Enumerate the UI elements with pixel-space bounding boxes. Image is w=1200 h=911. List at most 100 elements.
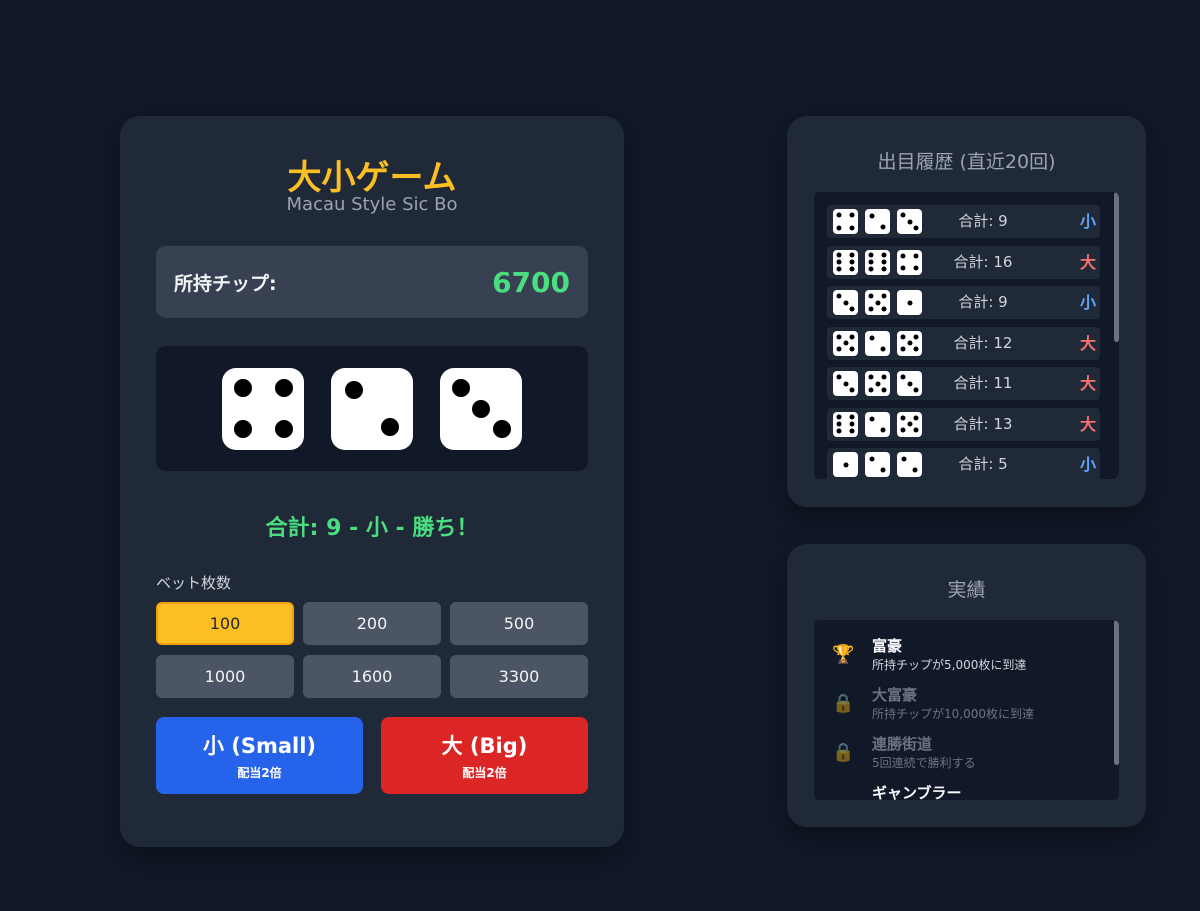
die-pip: [849, 414, 855, 420]
mini-die: [833, 249, 858, 275]
die-pip: [843, 462, 848, 467]
die-pip: [868, 387, 874, 393]
chip-balance-value: 6700: [492, 265, 570, 299]
chip-balance-label: 所持チップ:: [174, 272, 277, 295]
die-pip: [869, 456, 875, 462]
history-result: 大: [1079, 333, 1096, 353]
die-pip: [900, 212, 906, 218]
bet-small-button[interactable]: 小 (Small) 配当2倍: [156, 717, 363, 794]
achievements-title: 実績: [947, 579, 986, 601]
die-pip: [381, 417, 400, 436]
die-pip: [836, 334, 842, 340]
dice-display: [156, 346, 588, 471]
bet-option-button[interactable]: 100: [156, 602, 294, 645]
die-pip: [233, 420, 252, 438]
history-row: 合計: 16 大: [827, 245, 1100, 279]
bet-option-button[interactable]: 3300: [450, 655, 588, 698]
die-pip: [880, 346, 886, 351]
die-pip: [881, 252, 887, 258]
mini-die: [897, 330, 922, 356]
bet-option-button[interactable]: 1600: [303, 655, 441, 698]
die-pip: [849, 428, 855, 434]
die-pip: [901, 456, 907, 462]
history-list[interactable]: 合計: 9 小合計: 16 大合計: 9 小合計: 12 大合計: 11 大合計: 13 大…: [814, 192, 1119, 479]
lock-icon: 🔒: [832, 742, 855, 763]
history-dice: [833, 249, 922, 275]
achievement-desc: 5回連続で勝利する: [872, 756, 976, 770]
die-pip: [836, 346, 842, 352]
die-pip: [849, 387, 855, 393]
game-subtitle: Macau Style Sic Bo: [286, 194, 458, 215]
die-pip: [868, 306, 874, 312]
die-pip: [869, 416, 875, 421]
die-pip: [881, 293, 887, 299]
die-pip: [900, 334, 906, 340]
die-pip: [836, 414, 842, 420]
die-pip: [913, 346, 919, 352]
achievements-scrollbar[interactable]: [1114, 620, 1119, 765]
die-pip: [836, 293, 842, 299]
history-row: 合計: 13 大: [827, 407, 1100, 441]
history-result: 大: [1079, 414, 1096, 434]
history-scrollbar[interactable]: [1114, 192, 1119, 342]
die-pip: [849, 225, 855, 231]
die-pip: [913, 253, 919, 259]
game-panel: 大小ゲーム Macau Style Sic Bo 所持チップ: 6700 合計:…: [120, 116, 624, 847]
chip-balance: 所持チップ: 6700: [156, 246, 588, 318]
history-sum: 合計: 9: [958, 293, 1008, 311]
die-pip: [869, 335, 875, 340]
history-dice: [833, 371, 922, 396]
achievement-item: ギャンブラー: [832, 782, 1102, 800]
die-pip: [913, 265, 919, 271]
die-pip: [849, 421, 855, 427]
mini-die: [865, 249, 890, 275]
bet-option-button[interactable]: 1000: [156, 655, 294, 698]
die-pip: [913, 427, 919, 433]
bet-option-button[interactable]: 500: [450, 602, 588, 645]
mini-die: [865, 290, 890, 315]
achievement-item: 🔒 連勝街道 5回連続で勝利する: [832, 733, 1102, 777]
mini-die: [833, 330, 858, 356]
die-pip: [849, 266, 855, 272]
mini-die: [833, 371, 858, 396]
die-pip: [849, 252, 855, 258]
mini-die: [865, 371, 890, 396]
achievements-list[interactable]: 🏆 富豪 所持チップが5,000枚に到達 🔒 大富豪 所持チップが10,000枚に到達 🔒 連…: [814, 620, 1119, 800]
mini-die: [865, 330, 890, 356]
die-pip: [849, 306, 855, 312]
mini-die: [865, 209, 890, 234]
history-result: 大: [1079, 374, 1096, 393]
die-pip: [233, 379, 252, 397]
die-pip: [836, 374, 842, 380]
die-pip: [869, 213, 875, 219]
die-pip: [492, 420, 511, 438]
bet-small-payout: 配当2倍: [237, 766, 282, 780]
die-pip: [881, 266, 887, 272]
history-row: 合計: 9 小: [827, 286, 1100, 319]
die-pip: [913, 225, 919, 231]
mini-die: [897, 249, 922, 275]
die-pip: [868, 266, 874, 272]
bet-big-button[interactable]: 大 (Big) 配当2倍: [381, 717, 588, 794]
achievement-item: 🔒 大富豪 所持チップが10,000枚に到達: [832, 684, 1102, 728]
achievement-item: 🏆 富豪 所持チップが5,000枚に到達: [832, 635, 1102, 679]
die-pip: [881, 387, 887, 393]
die-pip: [849, 334, 855, 340]
die-pip: [881, 306, 887, 312]
die-pip: [900, 427, 906, 433]
die-pip: [881, 259, 887, 265]
die-pip: [900, 265, 906, 271]
die-pip: [451, 379, 470, 397]
achievement-name: 連勝街道: [872, 735, 933, 753]
bet-option-button[interactable]: 200: [303, 602, 441, 645]
die-pip: [875, 300, 880, 305]
lock-icon: 🔒: [832, 693, 855, 714]
mini-die: [833, 411, 858, 437]
history-sum: 合計: 12: [953, 333, 1013, 352]
history-row: 合計: 9 小: [827, 205, 1100, 238]
die-pip: [912, 467, 918, 473]
die-pip: [907, 300, 912, 305]
history-row: 合計: 11 大: [827, 367, 1100, 400]
achievement-name: ギャンブラー: [872, 784, 962, 800]
bet-small-label: 小 (Small): [202, 734, 317, 758]
